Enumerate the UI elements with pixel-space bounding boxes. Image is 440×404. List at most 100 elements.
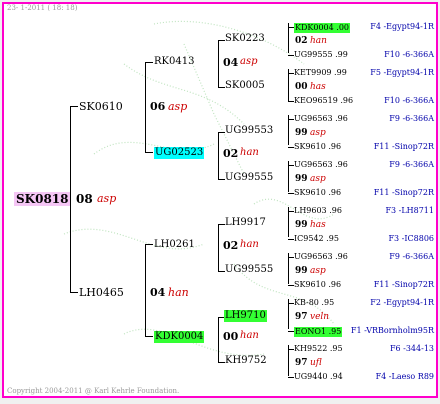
connector (70, 106, 71, 293)
connector (218, 224, 219, 271)
gen2-gen: 04 (223, 56, 239, 69)
pedigree-page: 23- 1-2011 ( 18: 18) Copyright 2004-2011… (2, 2, 438, 398)
gen2-gen: 00 (223, 330, 239, 343)
gen3-gen: 00 (295, 82, 308, 92)
connector (70, 292, 78, 293)
gen4-info: F10 -6-366A (384, 96, 434, 105)
gen3-id[interactable]: SK0005 (225, 81, 265, 91)
gen4-id[interactable]: IC9542 .95 (294, 235, 339, 243)
dam-gen: 04 (150, 286, 166, 299)
gen4-info: F3 -IC8806 (388, 234, 434, 243)
connector (218, 132, 225, 133)
gen3-race: has (310, 220, 326, 230)
dam-id[interactable]: LH0465 (79, 287, 124, 298)
gen3-gen: 99 (295, 266, 308, 276)
gen2-id[interactable]: KDK0004 (154, 331, 205, 343)
gen4-info: F5 -Egypt94-1R (370, 68, 434, 77)
gen4-info: F4 -Egypt94-1R (370, 22, 434, 31)
gen4-info: F10 -6-366A (384, 50, 434, 59)
gen4-id[interactable]: UG96563 .96 (294, 253, 348, 261)
gen3-gen: 02 (295, 36, 308, 46)
gen3-id[interactable]: UG99553 (225, 126, 273, 136)
gen4-info: F4 -Laeso R89 (375, 372, 434, 381)
connector (218, 271, 225, 272)
gen2-id[interactable]: RK0413 (154, 57, 194, 67)
gen3-gen: 97 (295, 312, 308, 322)
gen4-info: F3 -LH8711 (385, 206, 434, 215)
gen3-id[interactable]: UG99555 (225, 173, 273, 183)
gen4-info: F11 -Sinop72R (373, 142, 434, 151)
date-header: 23- 1-2011 ( 18: 18) (7, 4, 78, 12)
sire-race: asp (168, 100, 188, 113)
gen4-id[interactable]: UG99555 .99 (294, 51, 348, 59)
connector (218, 317, 219, 362)
gen4-id[interactable]: KB-80 .95 (294, 299, 334, 307)
gen2-race: han (240, 147, 259, 158)
gen2-gen: 02 (223, 147, 239, 160)
gen3-gen: 99 (295, 220, 308, 230)
connector (218, 362, 225, 363)
gen2-gen: 02 (223, 239, 239, 252)
gen3-race: asp (310, 174, 326, 184)
gen3-gen: 99 (295, 174, 308, 184)
gen3-race: asp (310, 128, 326, 138)
gen4-id[interactable]: KET9909 .99 (294, 69, 347, 77)
gen4-info: F9 -6-366A (389, 160, 434, 169)
gen3-race: han (310, 36, 327, 46)
gen3-id[interactable]: LH9917 (225, 218, 266, 228)
gen3-id[interactable]: UG99555 (225, 265, 273, 275)
gen4-id[interactable]: EONO1 .95 (294, 327, 343, 337)
connector (145, 244, 153, 245)
gen4-id[interactable]: SK9610 .96 (294, 143, 341, 151)
gen4-id[interactable]: KH9522 .95 (294, 345, 343, 353)
connector (218, 132, 219, 179)
gen3-gen: 99 (295, 128, 308, 138)
gen4-info: F2 -Egypt94-1R (370, 298, 434, 307)
copyright-footer: Copyright 2004-2011 @ Karl Kehrle Founda… (7, 387, 180, 395)
connector (218, 40, 219, 87)
root-id[interactable]: SK0818 (14, 192, 71, 206)
connector (218, 224, 225, 225)
gen2-race: han (240, 330, 259, 341)
gen4-id[interactable]: UG96563 .96 (294, 161, 348, 169)
gen4-id[interactable]: LH9603 .96 (294, 207, 342, 215)
gen4-id[interactable]: SK9610 .96 (294, 189, 341, 197)
gen4-id[interactable]: UG9440 .94 (294, 373, 343, 381)
connector (145, 336, 153, 337)
gen4-id[interactable]: KDK0004 .00 (294, 23, 350, 33)
connector (218, 40, 225, 41)
connector (218, 179, 225, 180)
gen4-info: F9 -6-366A (389, 252, 434, 261)
connector (218, 87, 225, 88)
gen4-info: F6 -344-13 (389, 344, 434, 353)
dam-race: han (168, 286, 189, 299)
sire-gen: 06 (150, 100, 166, 113)
connector (70, 106, 78, 107)
gen3-race: has (310, 82, 326, 92)
root-gen: 08 (76, 192, 93, 206)
gen3-id[interactable]: KH9752 (225, 356, 267, 366)
gen3-gen: 97 (295, 358, 308, 368)
gen2-race: han (240, 239, 259, 250)
gen2-id[interactable]: UG02523 (154, 147, 205, 159)
connector (145, 62, 153, 63)
gen3-id[interactable]: LH9710 (224, 310, 267, 322)
gen4-id[interactable]: SK9610 .96 (294, 281, 341, 289)
gen3-race: asp (310, 266, 326, 276)
gen4-info: F1 -VRBornholm95R (350, 326, 434, 335)
gen3-race: veln (310, 312, 330, 322)
sire-id[interactable]: SK0610 (79, 101, 123, 112)
connector (145, 244, 146, 336)
gen4-info: F9 -6-366A (389, 114, 434, 123)
gen3-race: ufl (310, 358, 322, 368)
connector (145, 62, 146, 152)
gen4-info: F11 -Sinop72R (373, 188, 434, 197)
gen4-id[interactable]: KEO96519 .96 (294, 97, 353, 105)
root-race: asp (97, 192, 117, 205)
connector (145, 152, 153, 153)
gen2-race: asp (240, 56, 258, 67)
gen4-info: F11 -Sinop72R (373, 280, 434, 289)
gen3-id[interactable]: SK0223 (225, 34, 265, 44)
gen4-id[interactable]: UG96563 .96 (294, 115, 348, 123)
gen2-id[interactable]: LH0261 (154, 240, 195, 250)
